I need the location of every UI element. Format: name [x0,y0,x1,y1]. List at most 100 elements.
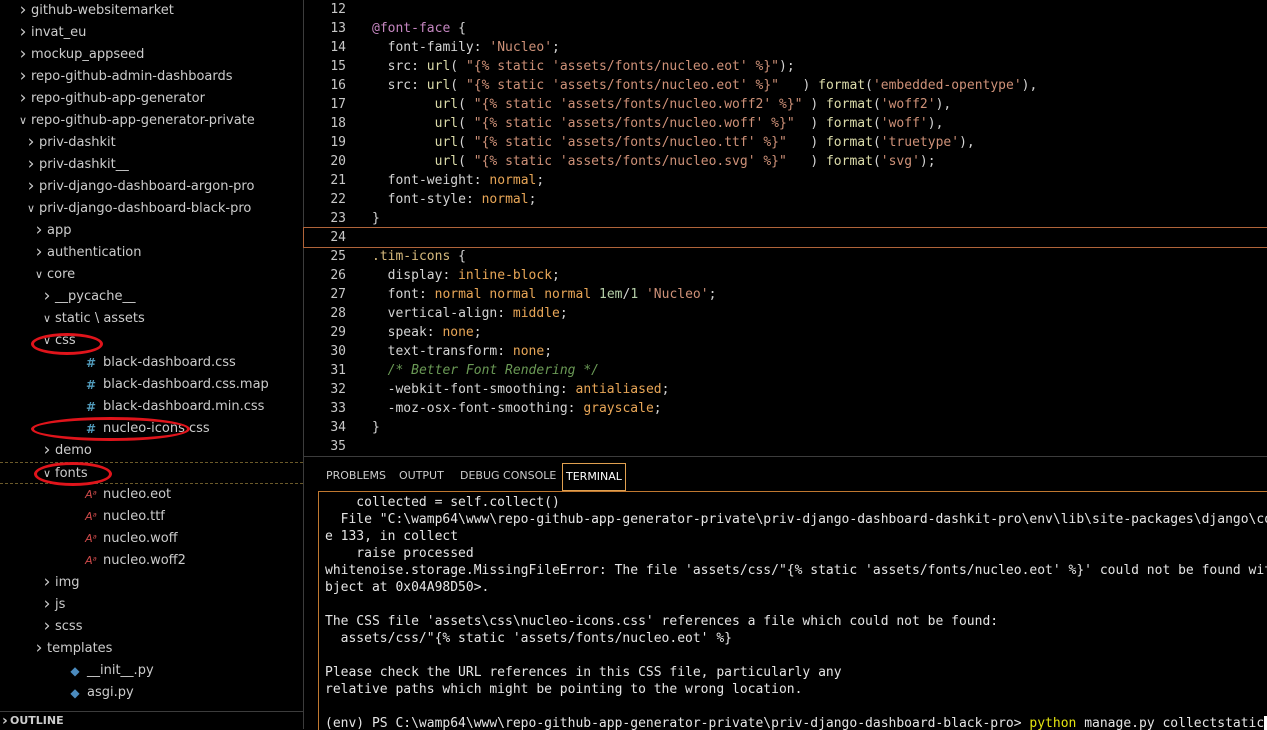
chevron-right-icon[interactable]: › [16,66,30,88]
tab-terminal[interactable]: TERMINAL [562,463,626,491]
chevron-right-icon[interactable]: › [32,638,46,660]
tree-item-nucleo-woff[interactable]: Aᵃ nucleo.woff [0,528,303,550]
tree-item-label: js [55,597,66,612]
tree-item-black-dashboard-css[interactable]: # black-dashboard.css [0,352,303,374]
chevron-right-icon[interactable]: › [40,616,54,638]
terminal-line: collected = self.collect() [325,495,560,510]
red-annotation-circle [31,417,190,441]
tree-item-templates[interactable]: › templates [0,638,303,660]
code-line[interactable]: 33 -moz-osx-font-smoothing: grayscale; [304,399,1267,418]
tree-item-label: priv-django-dashboard-argon-pro [39,179,255,194]
code-line[interactable]: 17 url( "{% static 'assets/fonts/nucleo.… [304,95,1267,114]
tree-item-demo[interactable]: › demo [0,440,303,462]
tree-item-repo-github-app-generator[interactable]: › repo-github-app-generator [0,88,303,110]
chevron-down-icon[interactable]: ∨ [32,264,46,286]
tree-item-priv-dashkit[interactable]: › priv-dashkit__ [0,154,303,176]
bottom-panel: PROBLEMS OUTPUT DEBUG CONSOLE TERMINAL c… [304,456,1267,730]
chevron-down-icon[interactable]: ∨ [24,198,38,220]
code-line[interactable]: 18 url( "{% static 'assets/fonts/nucleo.… [304,114,1267,133]
code-line[interactable]: 29 speak: none; [304,323,1267,342]
tree-item-app[interactable]: › app [0,220,303,242]
code-text: -moz-osx-font-smoothing: grayscale; [387,401,662,416]
tree-item-label: asgi.py [87,685,134,700]
code-line[interactable]: 35 [304,437,1267,456]
tree-item-invat-eu[interactable]: › invat_eu [0,22,303,44]
chevron-right-icon[interactable]: › [24,176,38,198]
code-line[interactable]: 31 /* Better Font Rendering */ [304,361,1267,380]
tree-item-label: __init__.py [87,663,154,678]
chevron-right-icon[interactable]: › [32,242,46,264]
tree-item-priv-dashkit[interactable]: › priv-dashkit [0,132,303,154]
line-number: 13 [330,21,346,36]
tree-item-scss[interactable]: › scss [0,616,303,638]
code-line[interactable]: 26 display: inline-block; [304,266,1267,285]
tree-item-label: black-dashboard.css [103,355,236,370]
tree-item-label: repo-github-app-generator [31,91,205,106]
tree-item-nucleo-ttf[interactable]: Aᵃ nucleo.ttf [0,506,303,528]
tree-item-black-dashboard-min-css[interactable]: # black-dashboard.min.css [0,396,303,418]
chevron-right-icon[interactable]: › [24,132,38,154]
chevron-down-icon[interactable]: ∨ [40,308,54,330]
tree-item-img[interactable]: › img [0,572,303,594]
chevron-right-icon[interactable]: › [32,220,46,242]
code-line[interactable]: 23} [304,209,1267,228]
chevron-right-icon[interactable]: › [16,0,30,22]
line-number: 30 [330,344,346,359]
tree-item-repo-github-admin-dashboards[interactable]: › repo-github-admin-dashboards [0,66,303,88]
line-number: 24 [330,230,346,245]
chevron-right-icon[interactable]: › [40,286,54,308]
code-editor[interactable]: 12 13 @font-face {14 font-family: 'Nucleo'… [303,0,1267,456]
chevron-right-icon[interactable]: › [24,154,38,176]
line-number: 28 [330,306,346,321]
chevron-right-icon[interactable]: › [16,88,30,110]
tree-item-static-assets[interactable]: ∨ static \ assets [0,308,303,330]
code-line[interactable]: 20 url( "{% static 'assets/fonts/nucleo.… [304,152,1267,171]
tree-item-pycache[interactable]: › __pycache__ [0,286,303,308]
tree-item-label: img [55,575,80,590]
tree-item-core[interactable]: ∨ core [0,264,303,286]
outline-section-header[interactable]: › OUTLINE [0,711,303,729]
code-line[interactable]: 34} [304,418,1267,437]
code-line[interactable]: 15 src: url( "{% static 'assets/fonts/nu… [304,57,1267,76]
tab-problems[interactable]: PROBLEMS [324,463,388,489]
tab-output[interactable]: OUTPUT [397,463,446,489]
tree-item-nucleo-eot[interactable]: Aᵃ nucleo.eot [0,484,303,506]
code-line[interactable]: 14 font-family: 'Nucleo'; [304,38,1267,57]
tree-item-init-py[interactable]: ◆ __init__.py [0,660,303,682]
code-line[interactable]: 22 font-style: normal; [304,190,1267,209]
chevron-right-icon[interactable]: › [40,440,54,462]
code-line[interactable]: 21 font-weight: normal; [304,171,1267,190]
tree-item-priv-django-dashboard-argon-pro[interactable]: › priv-django-dashboard-argon-pro [0,176,303,198]
chevron-right-icon[interactable]: › [40,572,54,594]
outline-label: OUTLINE [10,714,64,727]
terminal-output[interactable]: collected = self.collect() File "C:\wamp… [318,491,1267,730]
tree-item-github-websitemarket[interactable]: › github-websitemarket [0,0,303,22]
code-line[interactable]: 30 text-transform: none; [304,342,1267,361]
tree-item-asgi-py[interactable]: ◆ asgi.py [0,682,303,704]
tree-item-priv-django-dashboard-black-pro[interactable]: ∨ priv-django-dashboard-black-pro [0,198,303,220]
chevron-right-icon[interactable]: › [40,594,54,616]
code-line[interactable]: 32 -webkit-font-smoothing: antialiased; [304,380,1267,399]
code-line[interactable]: 27 font: normal normal normal 1em/1 'Nuc… [304,285,1267,304]
terminal-prompt-line[interactable]: (env) PS C:\wamp64\www\repo-github-app-g… [325,715,1267,730]
chevron-down-icon[interactable]: ∨ [16,110,30,132]
tree-item-js[interactable]: › js [0,594,303,616]
chevron-right-icon[interactable]: › [16,22,30,44]
code-line[interactable]: 25 .tim-icons { [304,247,1267,266]
code-line[interactable]: 28 vertical-align: middle; [304,304,1267,323]
code-line[interactable]: 13 @font-face { [304,19,1267,38]
tab-debug-console[interactable]: DEBUG CONSOLE [458,463,558,489]
tree-item-black-dashboard-css-map[interactable]: # black-dashboard.css.map [0,374,303,396]
chevron-right-icon[interactable]: › [2,712,8,729]
tree-item-label: repo-github-app-generator-private [31,113,255,128]
code-line[interactable]: 24 [303,227,1267,248]
tree-item-mockup-appseed[interactable]: › mockup_appseed [0,44,303,66]
tree-item-authentication[interactable]: › authentication [0,242,303,264]
tree-item-repo-github-app-generator-private[interactable]: ∨ repo-github-app-generator-private [0,110,303,132]
code-line[interactable]: 19 url( "{% static 'assets/fonts/nucleo.… [304,133,1267,152]
tree-item-nucleo-woff2[interactable]: Aᵃ nucleo.woff2 [0,550,303,572]
chevron-right-icon[interactable]: › [16,44,30,66]
code-text: url( "{% static 'assets/fonts/nucleo.wof… [434,97,952,112]
code-line[interactable]: 16 src: url( "{% static 'assets/fonts/nu… [304,76,1267,95]
code-line[interactable]: 12 [304,0,1267,19]
